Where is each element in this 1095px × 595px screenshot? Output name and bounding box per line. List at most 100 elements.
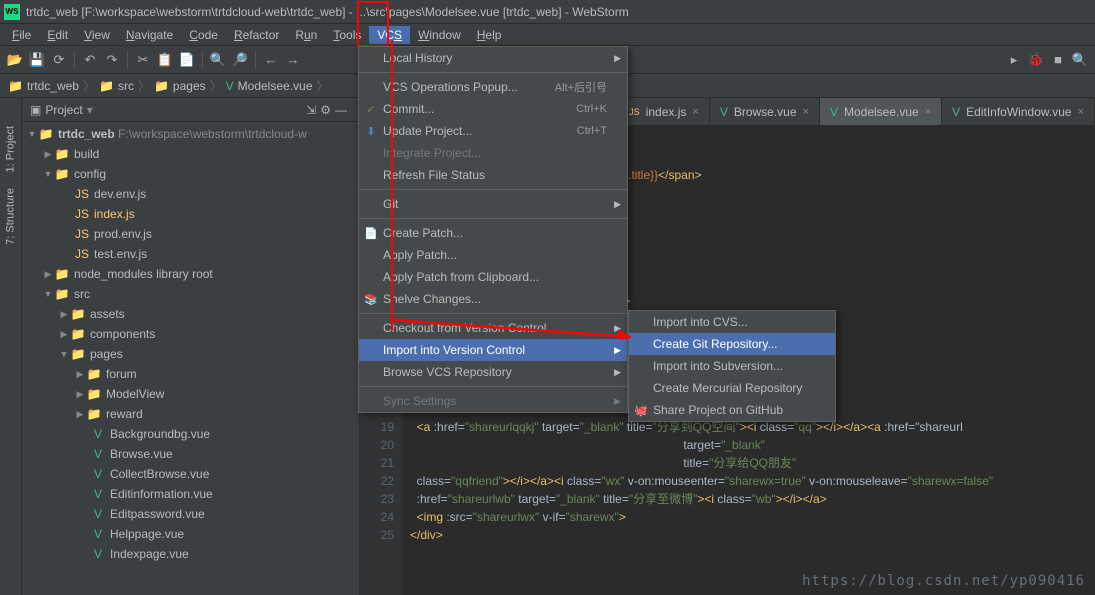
tree-browse[interactable]: VBrowse.vue	[22, 444, 359, 464]
tab-browse[interactable]: VBrowse.vue×	[710, 98, 820, 126]
commit-icon: ✓	[363, 103, 379, 116]
tree-editpassword[interactable]: VEditpassword.vue	[22, 504, 359, 524]
vcs-operations-popup[interactable]: VCS Operations Popup...Alt+后引号	[359, 76, 627, 98]
close-icon[interactable]: ×	[803, 106, 809, 118]
side-tab-project[interactable]: 1: Project	[0, 118, 21, 180]
vcs-browse-repo[interactable]: Browse VCS Repository▶	[359, 361, 627, 383]
menu-edit[interactable]: Edit	[39, 26, 76, 44]
menu-file[interactable]: File	[4, 26, 39, 44]
project-view-icon: ▣	[30, 103, 41, 117]
debug-icon[interactable]: 🐞	[1027, 51, 1045, 69]
menu-run[interactable]: Run	[287, 26, 325, 44]
tree-root[interactable]: ▼📁trtdc_web F:\workspace\webstorm\trtdcl…	[22, 124, 359, 144]
vcs-local-history[interactable]: Local History▶	[359, 47, 627, 69]
tab-editinfo[interactable]: VEditInfoWindow.vue×	[942, 98, 1095, 126]
tree-index-js[interactable]: JSindex.js	[22, 204, 359, 224]
save-icon[interactable]: 💾	[28, 51, 46, 69]
side-tab-structure[interactable]: 7: Structure	[0, 180, 21, 253]
vcs-refresh[interactable]: Refresh File Status	[359, 164, 627, 186]
vcs-integrate: Integrate Project...	[359, 142, 627, 164]
refresh-icon[interactable]: ⟳	[50, 51, 68, 69]
copy-icon[interactable]: 📋	[156, 51, 174, 69]
vcs-dropdown: Local History▶ VCS Operations Popup...Al…	[358, 46, 628, 413]
import-cvs[interactable]: Import into CVS...	[629, 311, 835, 333]
tree-editinformation[interactable]: VEditinformation.vue	[22, 484, 359, 504]
tree-components[interactable]: ▶📁components	[22, 324, 359, 344]
replace-icon[interactable]: 🔎	[231, 51, 249, 69]
create-git-repo[interactable]: Create Git Repository...	[629, 333, 835, 355]
tree-reward[interactable]: ▶📁reward	[22, 404, 359, 424]
project-panel-title: Project	[45, 103, 82, 117]
tree-backgroundbg[interactable]: VBackgroundbg.vue	[22, 424, 359, 444]
menu-window[interactable]: Window	[410, 26, 469, 44]
undo-icon[interactable]: ↶	[81, 51, 99, 69]
menu-refactor[interactable]: Refactor	[226, 26, 287, 44]
collapse-icon[interactable]: ⇲	[306, 103, 316, 117]
stop-icon[interactable]: ■	[1049, 51, 1067, 69]
share-github[interactable]: 🐙Share Project on GitHub	[629, 399, 835, 421]
vcs-create-patch[interactable]: 📄Create Patch...	[359, 222, 627, 244]
tree-test-env[interactable]: JStest.env.js	[22, 244, 359, 264]
breadcrumb-pages[interactable]: 📁pages	[154, 79, 206, 93]
tree-build[interactable]: ▶📁build	[22, 144, 359, 164]
tree-assets[interactable]: ▶📁assets	[22, 304, 359, 324]
tree-prod-env[interactable]: JSprod.env.js	[22, 224, 359, 244]
menubar: File Edit View Navigate Code Refactor Ru…	[0, 24, 1095, 46]
vcs-git[interactable]: Git▶	[359, 193, 627, 215]
menu-code[interactable]: Code	[181, 26, 226, 44]
breadcrumb-src[interactable]: 📁src	[99, 79, 134, 93]
close-icon[interactable]: ×	[692, 106, 698, 118]
tree-collectbrowse[interactable]: VCollectBrowse.vue	[22, 464, 359, 484]
vcs-sync: Sync Settings▶	[359, 390, 627, 412]
vcs-shelve[interactable]: 📚Shelve Changes...	[359, 288, 627, 310]
tree-modelview[interactable]: ▶📁ModelView	[22, 384, 359, 404]
back-icon[interactable]: ←	[262, 51, 280, 69]
left-tool-strip: 1: Project 7: Structure	[0, 98, 22, 595]
tree-config[interactable]: ▼📁config	[22, 164, 359, 184]
vcs-checkout[interactable]: Checkout from Version Control▶	[359, 317, 627, 339]
search-everywhere-icon[interactable]: 🔍	[1071, 51, 1089, 69]
gear-icon[interactable]: ⚙	[320, 103, 331, 117]
menu-help[interactable]: Help	[469, 26, 510, 44]
tree-helppage[interactable]: VHelppage.vue	[22, 524, 359, 544]
close-icon[interactable]: ×	[925, 106, 931, 118]
vcs-commit[interactable]: ✓Commit...Ctrl+K	[359, 98, 627, 120]
hide-icon[interactable]: —	[335, 103, 347, 117]
open-icon[interactable]: 📂	[6, 51, 24, 69]
project-panel-header[interactable]: ▣ Project ▾ ⇲ ⚙ —	[22, 98, 359, 122]
paste-icon[interactable]: 📄	[178, 51, 196, 69]
project-panel: ▣ Project ▾ ⇲ ⚙ — ▼📁trtdc_web F:\workspa…	[22, 98, 360, 595]
tree-node-modules[interactable]: ▶📁node_modules library root	[22, 264, 359, 284]
tree-src[interactable]: ▼📁src	[22, 284, 359, 304]
redo-icon[interactable]: ↷	[103, 51, 121, 69]
menu-vcs[interactable]: VCS	[369, 26, 410, 44]
import-svn[interactable]: Import into Subversion...	[629, 355, 835, 377]
patch-icon: 📄	[363, 227, 379, 240]
breadcrumb-root[interactable]: 📁trtdc_web	[8, 79, 79, 93]
project-tree[interactable]: ▼📁trtdc_web F:\workspace\webstorm\trtdcl…	[22, 122, 359, 595]
menu-tools[interactable]: Tools	[325, 26, 369, 44]
update-icon: ⬇	[363, 125, 379, 138]
menu-navigate[interactable]: Navigate	[118, 26, 181, 44]
tree-pages[interactable]: ▼📁pages	[22, 344, 359, 364]
vcs-import-vc[interactable]: Import into Version Control▶	[359, 339, 627, 361]
create-mercurial[interactable]: Create Mercurial Repository	[629, 377, 835, 399]
tab-index-js[interactable]: JSindex.js×	[619, 98, 710, 126]
vcs-update[interactable]: ⬇Update Project...Ctrl+T	[359, 120, 627, 142]
vcs-apply-patch[interactable]: Apply Patch...	[359, 244, 627, 266]
close-icon[interactable]: ×	[1078, 106, 1084, 118]
watermark: https://blog.csdn.net/yp090416	[802, 573, 1085, 589]
github-icon: 🐙	[633, 404, 649, 417]
menu-view[interactable]: View	[76, 26, 118, 44]
webstorm-icon: WS	[4, 4, 20, 20]
forward-icon[interactable]: →	[284, 51, 302, 69]
cut-icon[interactable]: ✂	[134, 51, 152, 69]
vcs-apply-clipboard[interactable]: Apply Patch from Clipboard...	[359, 266, 627, 288]
breadcrumb-file[interactable]: V Modelsee.vue	[226, 79, 313, 93]
tree-indexpage[interactable]: VIndexpage.vue	[22, 544, 359, 564]
tree-dev-env[interactable]: JSdev.env.js	[22, 184, 359, 204]
tab-modelsee[interactable]: VModelsee.vue×	[820, 98, 942, 126]
tree-forum[interactable]: ▶📁forum	[22, 364, 359, 384]
run-config-icon[interactable]: ▸	[1005, 51, 1023, 69]
find-icon[interactable]: 🔍	[209, 51, 227, 69]
